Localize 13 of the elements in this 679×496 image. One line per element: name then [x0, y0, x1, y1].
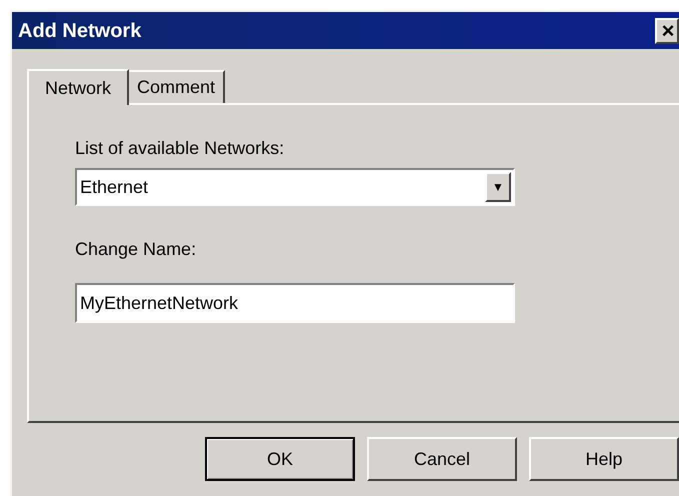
close-button[interactable]: ×: [655, 18, 679, 44]
window-title: Add Network: [18, 18, 142, 44]
tab[interactable]: Comment: [129, 70, 226, 103]
tab[interactable]: Network: [27, 69, 130, 105]
name-input-field[interactable]: MyEthernetNetwork: [75, 283, 515, 323]
field-label: Change Name:: [75, 238, 198, 261]
field-label: List of available Networks:: [75, 137, 286, 160]
network-dropdown[interactable]: Ethernet ▼: [75, 168, 515, 206]
dialog-button[interactable]: Cancel: [367, 437, 517, 481]
dropdown-arrow-button[interactable]: ▼: [485, 172, 511, 202]
dialog-button[interactable]: OK: [205, 437, 355, 481]
dropdown-value: Ethernet: [80, 176, 148, 198]
dialog-button[interactable]: Help: [529, 437, 679, 481]
